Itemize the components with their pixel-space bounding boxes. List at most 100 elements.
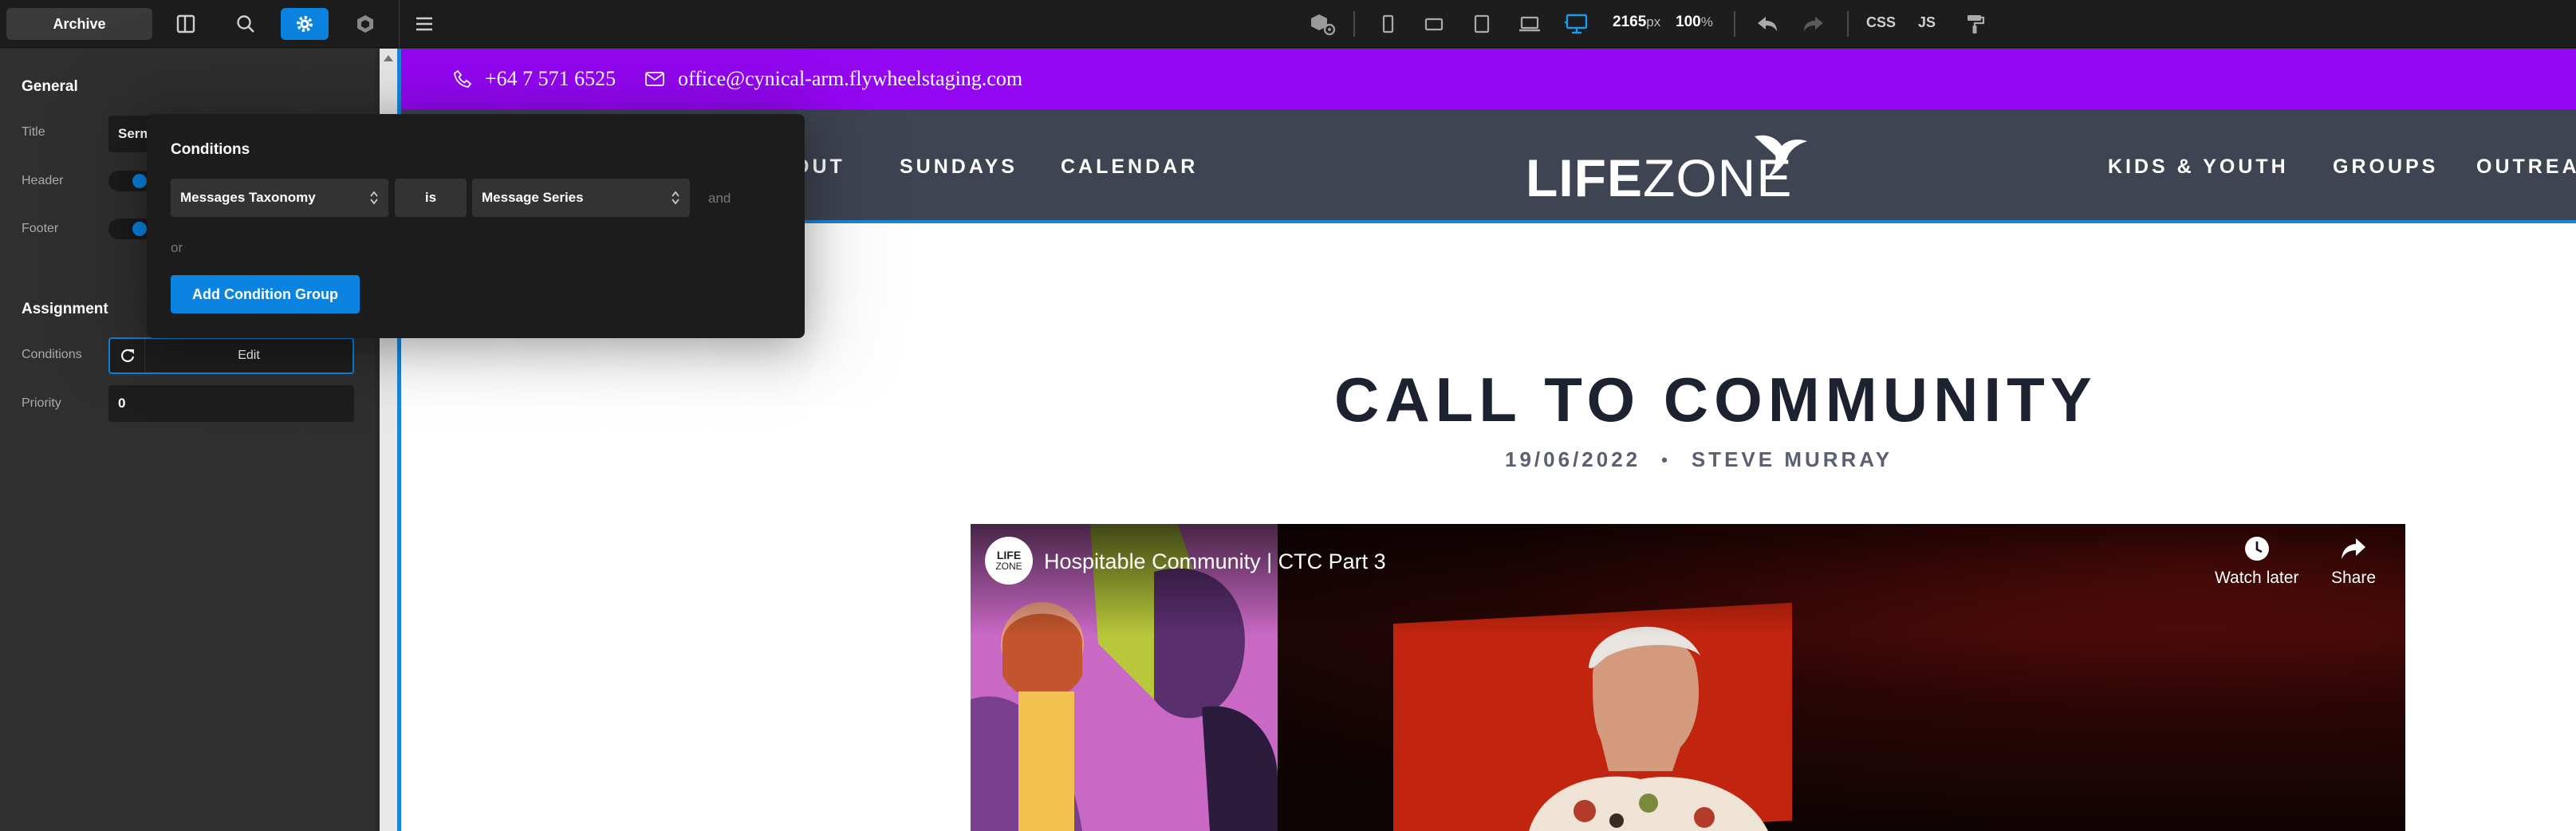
select-arrows-icon [671, 190, 680, 206]
canvas-width-unit: px [1646, 14, 1661, 30]
undo-button[interactable] [1743, 8, 1791, 40]
build-button[interactable] [1952, 8, 1999, 40]
laptop-icon [1518, 14, 1542, 34]
archive-button[interactable]: Archive [6, 8, 152, 40]
tablet-portrait-icon [1471, 14, 1492, 34]
header-label: Header [22, 174, 64, 187]
watch-later-button[interactable]: Watch later [2215, 535, 2298, 588]
nav-item-outreach[interactable]: OUTREA [2476, 156, 2576, 179]
paint-roller-icon [1965, 13, 1986, 35]
top-toolbar: Archive 2165px 100% CSS JS [0, 0, 2576, 48]
zoom-input[interactable]: 100% [1676, 14, 1713, 31]
undo-icon [1756, 14, 1778, 33]
mobile-landscape-button[interactable] [1410, 8, 1458, 40]
clock-icon [2243, 535, 2271, 562]
components-button[interactable] [341, 8, 389, 40]
cube-icon [355, 14, 376, 34]
post-date: 19/06/2022 [1505, 447, 1641, 471]
envelope-icon [644, 71, 665, 87]
video-player[interactable]: LIFE ZONE Hospitable Community | CTC Par… [971, 524, 2405, 831]
post-title: CALL TO COMMUNITY [1334, 364, 2097, 435]
edit-conditions-button[interactable]: Edit [145, 339, 353, 372]
phone-portrait-icon [1377, 14, 1398, 34]
priority-input[interactable]: 0 [108, 385, 354, 422]
video-title[interactable]: Hospitable Community | CTC Part 3 [1044, 549, 1386, 574]
phone-landscape-icon [1424, 14, 1444, 34]
email-link[interactable]: office@cynical-arm.flywheelstaging.com [644, 49, 1022, 109]
add-condition-group-button[interactable]: Add Condition Group [171, 275, 360, 313]
video-titlebar [971, 524, 2405, 636]
channel-logo-line2: ZONE [995, 561, 1022, 572]
phone-icon [453, 69, 472, 89]
breakpoint-settings-button[interactable] [1298, 8, 1346, 40]
footer-label: Footer [22, 222, 59, 235]
columns-icon [175, 14, 196, 34]
toggle-knob [132, 222, 147, 236]
meta-separator: • [1661, 449, 1671, 470]
canvas-width-value: 2165 [1613, 14, 1647, 30]
condition-operator[interactable]: is [395, 179, 467, 217]
zoom-unit: % [1700, 14, 1713, 30]
nav-item-sundays[interactable]: SUNDAYS [900, 156, 1018, 179]
layout-panel-button[interactable] [162, 8, 210, 40]
toolbar-divider [1734, 11, 1735, 37]
nav-item-groups[interactable]: GROUPS [2333, 156, 2438, 179]
nav-item-calendar[interactable]: CALENDAR [1061, 156, 1198, 179]
search-icon [235, 14, 256, 34]
select-arrows-icon [369, 190, 379, 206]
channel-logo[interactable]: LIFE ZONE [985, 537, 1033, 585]
conditions-control: Edit [108, 337, 354, 374]
conditions-label: Conditions [22, 348, 82, 361]
toolbar-divider [1353, 11, 1355, 37]
condition-value-select[interactable]: Message Series [472, 179, 690, 217]
menu-button[interactable] [400, 8, 448, 40]
desktop-icon [1565, 13, 1589, 35]
gear-icon [294, 14, 315, 34]
share-button[interactable]: Share [2331, 535, 2376, 588]
condition-field-value: Messages Taxonomy [180, 190, 316, 205]
priority-label: Priority [22, 396, 61, 410]
share-label: Share [2331, 569, 2377, 587]
bird-logo-icon [1753, 127, 1809, 183]
post-author[interactable]: STEVE MURRAY [1692, 447, 1893, 472]
nav-item-kids-youth[interactable]: KIDS & YOUTH [2108, 156, 2289, 179]
css-button[interactable]: CSS [1866, 14, 1896, 31]
mobile-portrait-button[interactable] [1364, 8, 1412, 40]
laptop-button[interactable] [1506, 8, 1554, 40]
settings-button[interactable] [281, 8, 329, 40]
site-topbar: +64 7 571 6525 office@cynical-arm.flywhe… [401, 49, 2576, 109]
condition-field-select[interactable]: Messages Taxonomy [171, 179, 388, 217]
channel-logo-line1: LIFE [996, 549, 1022, 561]
email-text: office@cynical-arm.flywheelstaging.com [678, 67, 1023, 90]
canvas-width-input[interactable]: 2165px [1613, 14, 1660, 31]
general-heading: General [22, 78, 78, 95]
redo-button[interactable] [1790, 8, 1837, 40]
video-speaker [1529, 626, 1768, 831]
logo-text-bold: LIFE [1526, 148, 1643, 207]
phone-link[interactable]: +64 7 571 6525 [453, 49, 616, 109]
toggle-knob [132, 174, 147, 188]
toolbar-divider [399, 0, 400, 48]
conditions-popup: Conditions Messages Taxonomy is Message … [147, 114, 805, 338]
search-button[interactable] [222, 8, 270, 40]
assignment-heading: Assignment [22, 301, 108, 317]
watch-later-label: Watch later [2215, 569, 2299, 587]
zoom-value: 100 [1676, 14, 1701, 30]
redo-icon [1802, 14, 1825, 33]
condition-value-value: Message Series [482, 190, 584, 205]
phone-text: +64 7 571 6525 [485, 67, 616, 90]
desktop-button[interactable] [1553, 8, 1601, 40]
hamburger-icon [414, 14, 435, 34]
devices-gear-icon [1308, 12, 1337, 36]
tablet-portrait-button[interactable] [1458, 8, 1506, 40]
scroll-up-icon [384, 55, 393, 61]
share-arrow-icon [2340, 535, 2367, 562]
or-separator: or [171, 240, 183, 255]
reset-icon [120, 348, 136, 364]
title-label: Title [22, 125, 45, 139]
add-and-condition[interactable]: and [708, 191, 731, 207]
js-button[interactable]: JS [1918, 14, 1936, 31]
reset-conditions-button[interactable] [110, 339, 145, 372]
post-meta: 19/06/2022 • STEVE MURRAY [1505, 447, 1893, 472]
toolbar-divider [1847, 11, 1849, 37]
